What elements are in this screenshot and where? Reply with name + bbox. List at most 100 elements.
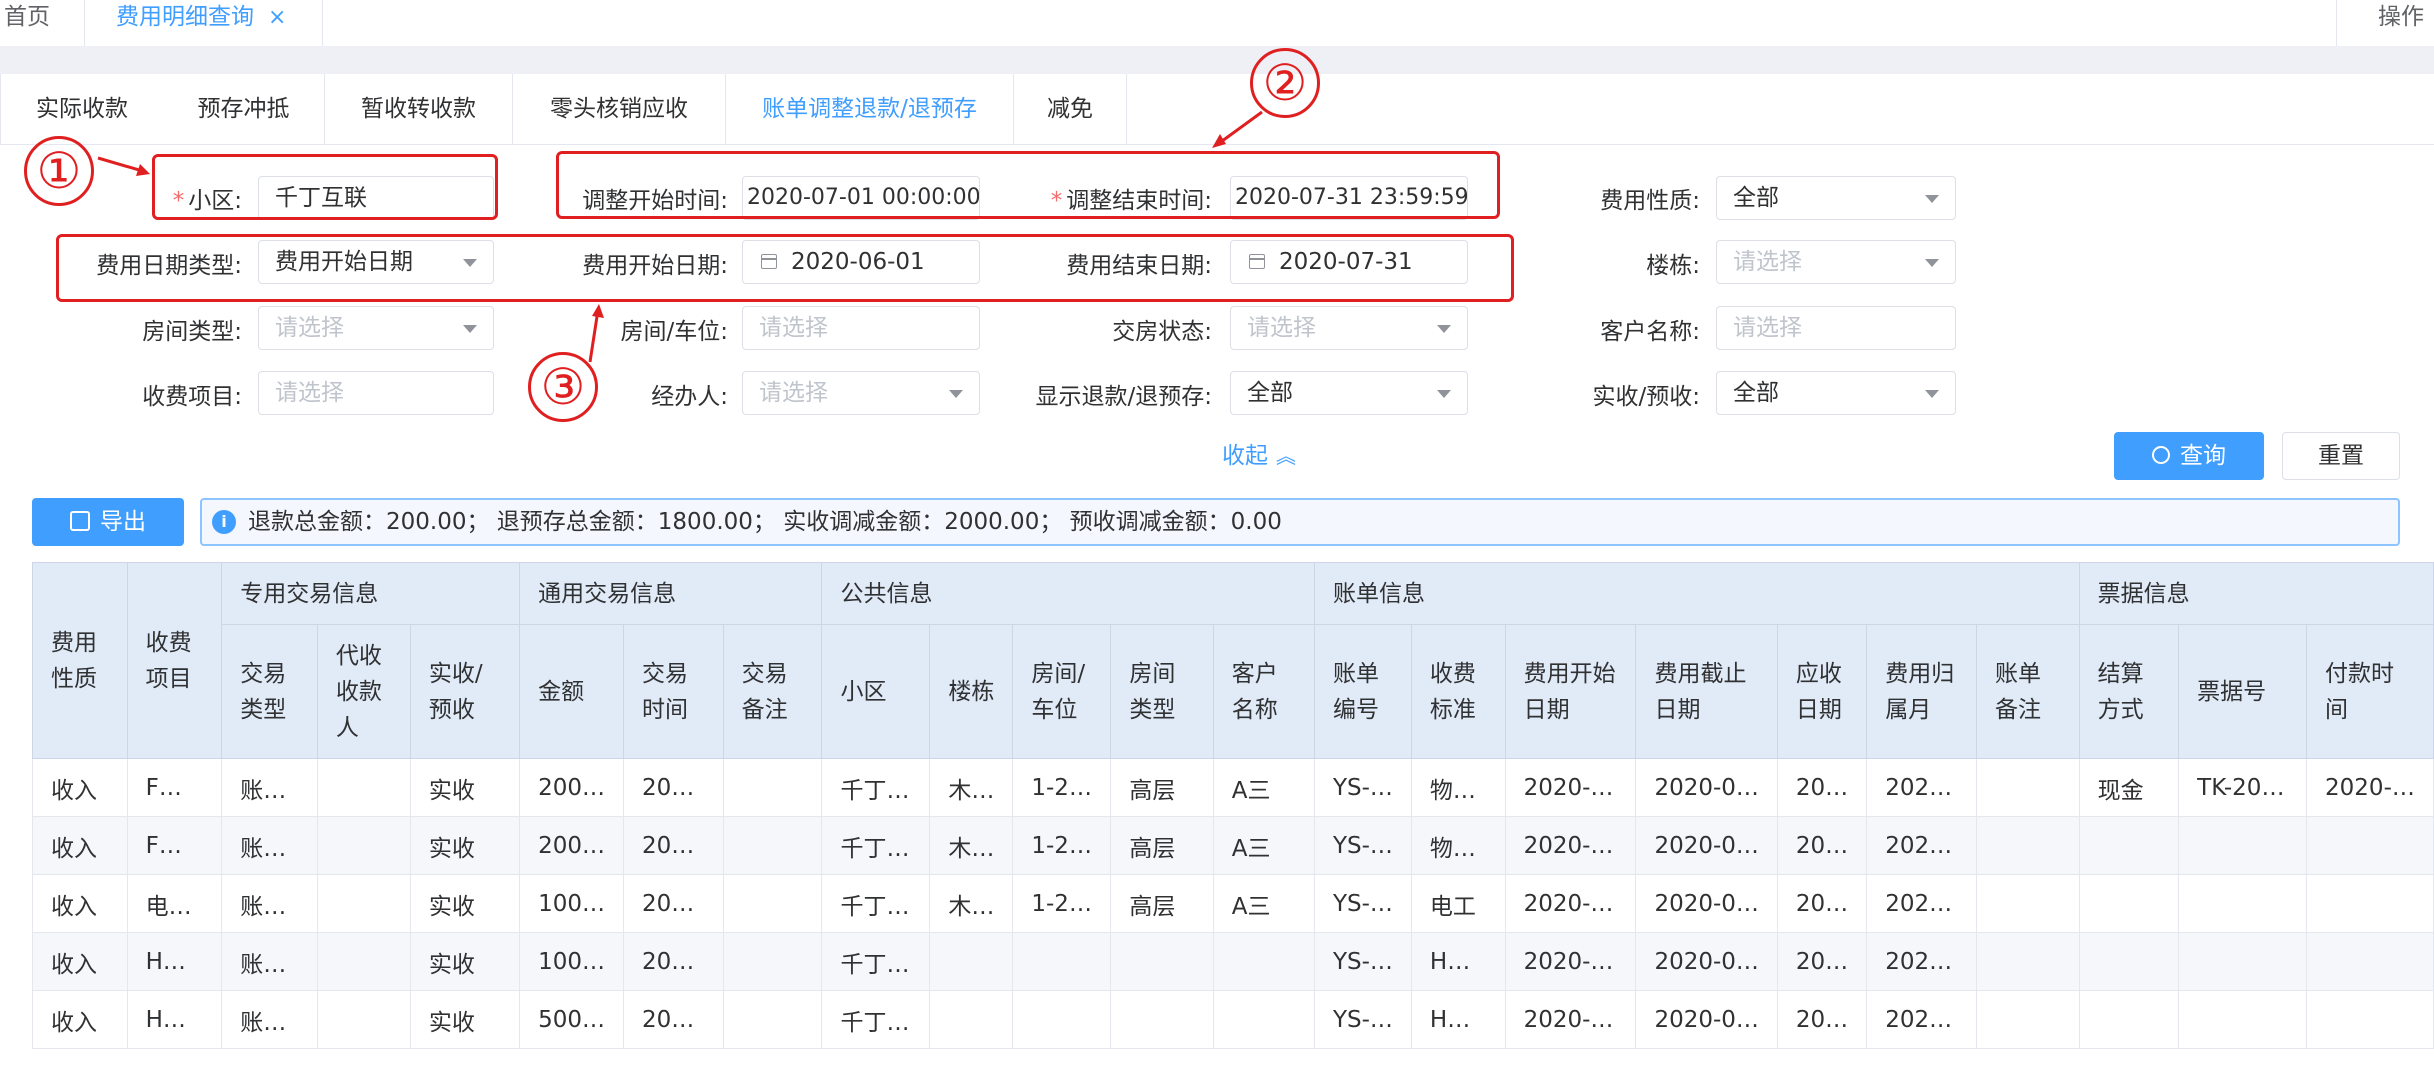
table-header-cell[interactable]: 房间/车位 <box>1012 624 1112 759</box>
table-header-cell[interactable]: 交易备注 <box>722 624 823 759</box>
building-label: 楼栋: <box>1646 253 1700 279</box>
th-fee-item[interactable]: 收费项目 <box>126 562 223 759</box>
table-header-cell[interactable]: 金额 <box>519 624 624 759</box>
table-header-cell[interactable]: 费用开始日期 <box>1504 624 1637 759</box>
recv-value: 全部 <box>1733 380 1779 406</box>
table-cell <box>2078 932 2180 991</box>
room-type-select[interactable]: 请选择 <box>258 306 494 350</box>
table-cell <box>2078 816 2180 875</box>
table-cell <box>1976 758 2080 817</box>
reset-button[interactable]: 重置 <box>2282 432 2400 480</box>
building-placeholder: 请选择 <box>1733 249 1802 275</box>
table-cell: 账… <box>221 990 318 1049</box>
room-label: 房间/车位: <box>620 319 729 345</box>
table-header-cell[interactable]: 房间类型 <box>1110 624 1214 759</box>
table-header-cell[interactable]: 费用归属月 <box>1866 624 1977 759</box>
fee-nature-label: 费用性质: <box>1600 188 1700 214</box>
table-cell: 100… <box>519 874 624 933</box>
table-header-cell[interactable]: 账单编号 <box>1313 624 1412 759</box>
table-cell: 20… <box>622 816 724 875</box>
export-button[interactable]: 导出 <box>32 498 184 546</box>
table-cell: 千丁… <box>821 816 931 875</box>
table-cell <box>2306 932 2434 991</box>
room-input[interactable]: 请选择 <box>742 306 980 350</box>
table-cell: A三 <box>1212 816 1315 875</box>
table-cell: 电… <box>126 874 223 933</box>
nav-divider <box>322 0 323 46</box>
table-row[interactable]: 收入 F… 账… 实收 200… 20… 千丁… 木… 1-2… 高层 A三 YS-… 物… 2020-…… <box>32 758 2434 817</box>
table-cell: 高层 <box>1110 758 1214 817</box>
handler-select[interactable]: 请选择 <box>742 371 980 415</box>
nav-divider <box>84 0 85 46</box>
fee-nature-select[interactable]: 全部 <box>1716 176 1956 220</box>
table-row[interactable]: 收入 H… 账… 实收 100… 20… 千丁… YS-… H… 2020-… 2020-0… 20…… <box>32 932 2434 991</box>
table-cell <box>1012 932 1112 991</box>
tab-prepaid-offset[interactable]: 预存冲抵 <box>163 74 325 144</box>
annotation-marker-3: ③ <box>528 352 598 422</box>
collapse-toggle[interactable]: 收起 ︽ <box>1222 436 1296 470</box>
search-button[interactable]: 查询 <box>2114 432 2264 480</box>
table-row[interactable]: 收入 电… 账… 实收 100… 20… 千丁… 木… 1-2… 高层 A三 YS-… 电工 2020-…… <box>32 874 2434 933</box>
table-header-cell[interactable]: 应收日期 <box>1776 624 1868 759</box>
table-cell: A三 <box>1212 874 1315 933</box>
tab-bill-adjust-refund[interactable]: 账单调整退款/退预存 <box>726 74 1014 144</box>
table-cell: 木… <box>929 874 1014 933</box>
th-fee-nature[interactable]: 费用性质 <box>32 562 128 759</box>
table-cell: 收入 <box>32 932 128 991</box>
tab-rounding-writeoff[interactable]: 零头核销应收 <box>513 74 726 144</box>
table-cell <box>2078 990 2180 1049</box>
close-icon[interactable]: × <box>268 5 286 30</box>
table-cell <box>1976 990 2080 1049</box>
table-header-cell[interactable]: 结算方式 <box>2078 624 2180 759</box>
handler-placeholder: 请选择 <box>759 380 828 406</box>
table-header-cell[interactable]: 代收收款人 <box>316 624 411 759</box>
table-cell: 2020-0… <box>1635 932 1778 991</box>
table-cell <box>316 990 411 1049</box>
table-header-cell[interactable]: 交易类型 <box>221 624 318 759</box>
annotation-marker-2: ② <box>1250 48 1320 118</box>
table-cell: 物… <box>1410 816 1506 875</box>
show-refund-select[interactable]: 全部 <box>1230 371 1468 415</box>
table-cell: 200… <box>519 758 624 817</box>
table-cell: 账… <box>221 874 318 933</box>
tab-actual-receipt[interactable]: 实际收款 <box>0 74 164 144</box>
table-header-cell[interactable]: 票据号 <box>2178 624 2308 759</box>
nav-home-tab[interactable]: 首页 <box>0 0 54 38</box>
table-cell: 账… <box>221 816 318 875</box>
search-icon <box>2152 445 2170 464</box>
table-header-cell[interactable]: 客户名称 <box>1212 624 1315 759</box>
table-header-cell[interactable]: 小区 <box>821 624 931 759</box>
table-cell: 收入 <box>32 990 128 1049</box>
table-cell: 20… <box>622 990 724 1049</box>
tab-temp-receipt[interactable]: 暂收转收款 <box>325 74 513 144</box>
table-cell: 2020-0… <box>1635 758 1778 817</box>
table-header-cell[interactable]: 账单备注 <box>1976 624 2080 759</box>
table-cell: 千丁… <box>821 758 931 817</box>
table-header-cell[interactable]: 楼栋 <box>929 624 1014 759</box>
export-label: 导出 <box>100 509 146 535</box>
table-cell <box>2178 816 2308 875</box>
gray-band <box>0 46 2434 74</box>
table-cell: 1-2… <box>1012 874 1112 933</box>
recv-select[interactable]: 全部 <box>1716 371 1956 415</box>
table-cell: 20… <box>1776 816 1868 875</box>
fee-item-input[interactable]: 请选择 <box>258 371 494 415</box>
table-header-cell[interactable]: 费用截止日期 <box>1635 624 1778 759</box>
table-cell: H… <box>1410 932 1506 991</box>
ops-menu[interactable]: 操作 <box>2378 0 2424 34</box>
building-select[interactable]: 请选择 <box>1716 240 1956 284</box>
tab-reduction[interactable]: 减免 <box>1014 74 1127 144</box>
table-cell: 千丁… <box>821 932 931 991</box>
room-type-placeholder: 请选择 <box>275 315 344 341</box>
table-header-cell[interactable]: 付款时间 <box>2306 624 2434 759</box>
delivery-select[interactable]: 请选择 <box>1230 306 1468 350</box>
nav-active-tab[interactable]: 费用明细查询 × <box>116 0 286 38</box>
table-row[interactable]: 收入 F… 账… 实收 200… 20… 千丁… 木… 1-2… 高层 A三 YS-… 物… 2020-…… <box>32 816 2434 875</box>
table-row[interactable]: 收入 H… 账… 实收 500… 20… 千丁… YS-… H… 2020-… 2020-0… 20…… <box>32 990 2434 1049</box>
table-cell <box>316 874 411 933</box>
table-header-cell[interactable]: 收费标准 <box>1410 624 1506 759</box>
table-header-cell[interactable]: 实收/预收 <box>409 624 521 759</box>
customer-input[interactable]: 请选择 <box>1716 306 1956 350</box>
table-header-cell[interactable]: 交易时间 <box>622 624 724 759</box>
table-cell: 2020-0… <box>1635 816 1778 875</box>
